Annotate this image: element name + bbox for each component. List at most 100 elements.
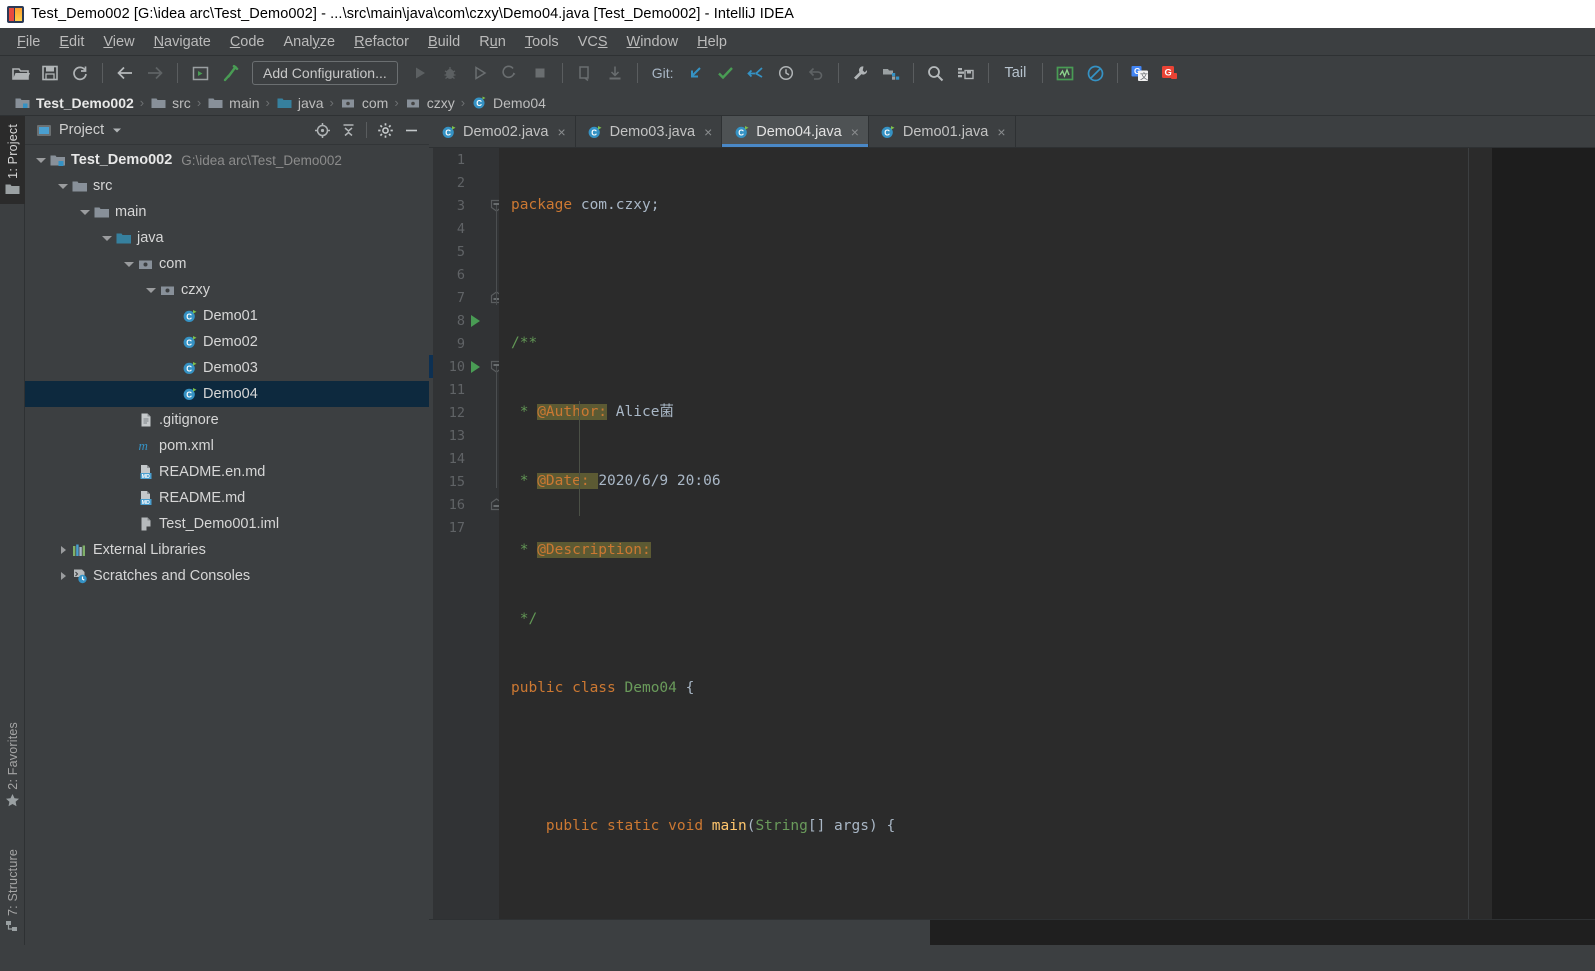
gutter-line[interactable]: 14 xyxy=(433,447,499,470)
tree-item-pom-xml[interactable]: m pom.xml xyxy=(25,433,429,459)
close-icon[interactable]: × xyxy=(704,124,712,140)
gutter-line[interactable]: 15 xyxy=(433,470,499,493)
tree-expand-arrow-open[interactable] xyxy=(77,209,93,215)
tree-expand-arrow-open[interactable] xyxy=(143,287,159,293)
menu-edit[interactable]: Edit xyxy=(50,31,93,53)
git-commit-check-icon[interactable] xyxy=(712,60,740,86)
gutter-line[interactable]: 1 xyxy=(433,148,499,171)
gutter-line[interactable]: 13 xyxy=(433,424,499,447)
project-tree[interactable]: Test_Demo002 G:\idea arc\Test_Demo002 src m… xyxy=(25,144,429,945)
editor-gutter[interactable]: 1 2 3 4 5 6 7 8 9 10 11 12 13 14 15 16 17 xyxy=(433,148,503,919)
sidebar-item-project[interactable]: 1: Project xyxy=(0,116,25,204)
tree-item-java[interactable]: java xyxy=(25,225,429,251)
tree-item-test-demo002[interactable]: Test_Demo002 G:\idea arc\Test_Demo002 xyxy=(25,147,429,173)
gutter-line[interactable]: 9 xyxy=(433,332,499,355)
run-dashboard-icon[interactable] xyxy=(186,60,214,86)
tree-expand-arrow-open[interactable] xyxy=(99,235,115,241)
gutter-line[interactable]: 7 xyxy=(433,286,503,309)
menu-tools[interactable]: Tools xyxy=(516,31,568,53)
menu-code[interactable]: Code xyxy=(221,31,274,53)
green-monitor-chart-icon[interactable] xyxy=(1051,60,1079,86)
breadcrumb-item-com[interactable]: com xyxy=(336,94,392,111)
menu-analyze[interactable]: Analyze xyxy=(275,31,345,53)
gutter-line[interactable]: 10 xyxy=(433,355,503,378)
hide-icon[interactable] xyxy=(399,119,423,141)
gutter-line[interactable]: 16 xyxy=(433,493,503,516)
tree-item-demo01[interactable]: C Demo01 xyxy=(25,303,429,329)
tree-item-czxy[interactable]: czxy xyxy=(25,277,429,303)
tree-item-scratches-and-consoles[interactable]: Scratches and Consoles xyxy=(25,563,429,589)
tree-item-main[interactable]: main xyxy=(25,199,429,225)
tree-item-src[interactable]: src xyxy=(25,173,429,199)
code-editor[interactable]: package com.czxy; /** * @Author: Alice菌 … xyxy=(499,148,1468,919)
tree-item-demo04[interactable]: C Demo04 xyxy=(25,381,429,407)
menu-build[interactable]: Build xyxy=(419,31,469,53)
run-gutter-icon[interactable] xyxy=(471,360,480,373)
locate-icon[interactable] xyxy=(310,119,334,141)
close-icon[interactable]: × xyxy=(851,124,859,140)
collapse-all-icon[interactable] xyxy=(336,119,360,141)
sidebar-item-structure[interactable]: 7: Structure xyxy=(0,843,25,939)
project-structure-icon[interactable] xyxy=(877,60,905,86)
tree-item-external-libraries[interactable]: External Libraries xyxy=(25,537,429,563)
gutter-line[interactable]: 17 xyxy=(433,516,499,539)
tree-item-test-demo001-iml[interactable]: Test_Demo001.iml xyxy=(25,511,429,537)
git-update-project-icon[interactable] xyxy=(682,60,710,86)
build-hammer-icon[interactable] xyxy=(216,60,244,86)
sync-refresh-icon[interactable] xyxy=(66,60,94,86)
save-all-icon[interactable] xyxy=(36,60,64,86)
breadcrumb-item-class[interactable]: C Demo04 xyxy=(467,94,550,111)
tree-item-readme-en-md[interactable]: MD README.en.md xyxy=(25,459,429,485)
back-arrow-icon[interactable] xyxy=(111,60,139,86)
gutter-line[interactable]: 12 xyxy=(433,401,499,424)
git-push-icon[interactable] xyxy=(742,60,770,86)
menu-file[interactable]: File xyxy=(8,31,49,53)
gutter-line[interactable]: 6 xyxy=(433,263,499,286)
gutter-line[interactable]: 8 xyxy=(433,309,499,332)
tree-expand-arrow-closed[interactable] xyxy=(55,546,71,554)
tree-item-gitignore[interactable]: .gitignore xyxy=(25,407,429,433)
menu-run[interactable]: Run xyxy=(470,31,515,53)
git-history-clock-icon[interactable] xyxy=(772,60,800,86)
editor-tab-demo01[interactable]: C Demo01.java × xyxy=(869,116,1016,147)
google-translate-icon[interactable]: G文 xyxy=(1126,60,1154,86)
tree-item-com[interactable]: com xyxy=(25,251,429,277)
close-icon[interactable]: × xyxy=(997,124,1005,140)
menu-view[interactable]: View xyxy=(94,31,143,53)
menu-window[interactable]: Window xyxy=(618,31,688,53)
gutter-line[interactable]: 2 xyxy=(433,171,499,194)
breadcrumb-item-project[interactable]: Test_Demo002 xyxy=(10,94,138,111)
gutter-line[interactable]: 5 xyxy=(433,240,499,263)
project-view-selector[interactable]: Project xyxy=(35,122,123,139)
open-folder-icon[interactable] xyxy=(6,60,34,86)
tree-expand-arrow-open[interactable] xyxy=(121,261,137,267)
editor-tab-demo04[interactable]: C Demo04.java × xyxy=(722,116,869,147)
search-everywhere-icon[interactable] xyxy=(922,60,950,86)
editor-tab-demo02[interactable]: C Demo02.java × xyxy=(429,116,576,147)
no-entry-circle-icon[interactable] xyxy=(1081,60,1109,86)
tree-item-demo03[interactable]: C Demo03 xyxy=(25,355,429,381)
menu-vcs[interactable]: VCS xyxy=(569,31,617,53)
editor-tab-demo03[interactable]: C Demo03.java × xyxy=(576,116,723,147)
tree-item-demo02[interactable]: C Demo02 xyxy=(25,329,429,355)
breadcrumb-item-main[interactable]: main xyxy=(203,94,263,111)
database-save-icon[interactable] xyxy=(952,60,980,86)
google-search-icon[interactable]: G xyxy=(1156,60,1184,86)
tail-button[interactable]: Tail xyxy=(997,65,1035,81)
gutter-line[interactable]: 3 xyxy=(433,194,503,217)
breadcrumb-item-src[interactable]: src xyxy=(146,94,195,111)
tree-expand-arrow-open[interactable] xyxy=(55,183,71,189)
tree-item-readme-md[interactable]: MD README.md xyxy=(25,485,429,511)
sidebar-item-favorites[interactable]: 2: Favorites xyxy=(0,716,25,813)
wrench-settings-icon[interactable] xyxy=(847,60,875,86)
gutter-line[interactable]: 4 xyxy=(433,217,499,240)
menu-refactor[interactable]: Refactor xyxy=(345,31,418,53)
gear-icon[interactable] xyxy=(373,119,397,141)
breadcrumb-item-java[interactable]: java xyxy=(272,94,328,111)
gutter-line[interactable]: 11 xyxy=(433,378,499,401)
close-icon[interactable]: × xyxy=(557,124,565,140)
tree-expand-arrow-open[interactable] xyxy=(33,157,49,163)
run-gutter-icon[interactable] xyxy=(471,314,480,327)
editor-right-marker-strip[interactable] xyxy=(1468,148,1492,919)
menu-navigate[interactable]: Navigate xyxy=(145,31,220,53)
